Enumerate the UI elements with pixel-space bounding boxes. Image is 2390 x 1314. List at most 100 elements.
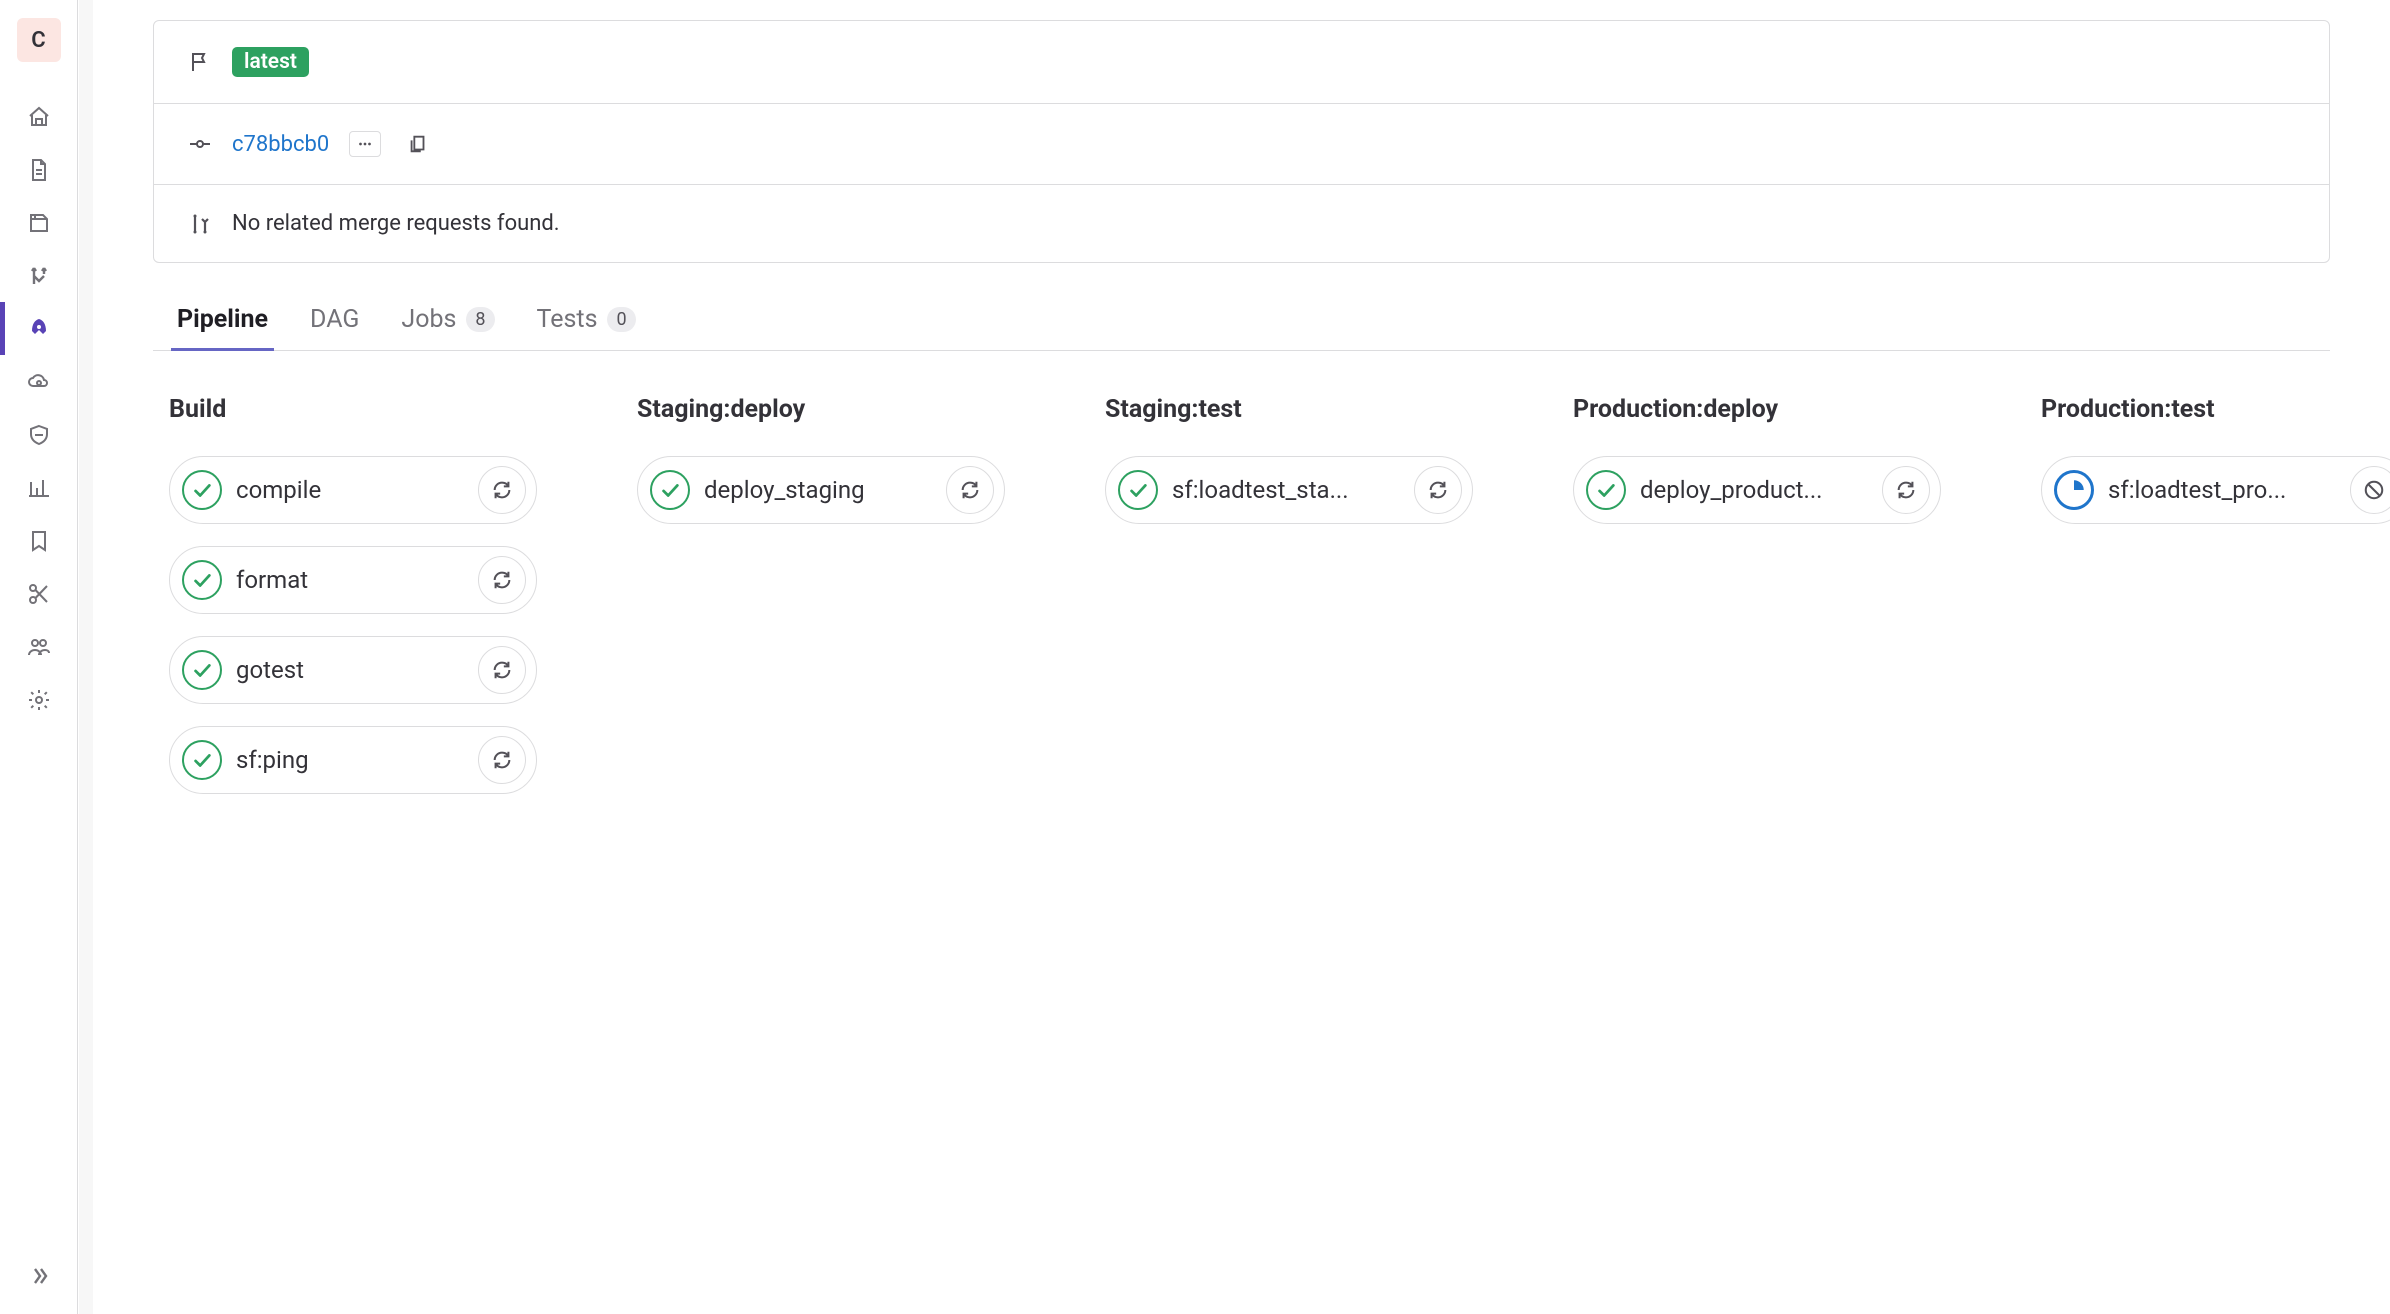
chart-icon: [27, 476, 51, 500]
status-passed-icon: [182, 740, 222, 780]
issues-icon: [27, 211, 51, 235]
job-loadtest-staging[interactable]: sf:loadtest_sta...: [1105, 456, 1473, 524]
copy-sha-button[interactable]: [401, 130, 435, 158]
job-sfping[interactable]: sf:ping: [169, 726, 537, 794]
sidebar-item-repository[interactable]: [0, 143, 78, 196]
retry-icon: [959, 479, 981, 501]
sidebar-item-members[interactable]: [0, 620, 78, 673]
pipeline-flags-row: latest: [154, 21, 2329, 103]
merge-request-row: No related merge requests found.: [154, 184, 2329, 262]
sidebar-item-settings[interactable]: [0, 673, 78, 726]
stage-production-deploy: Production:deploy deploy_product...: [1573, 395, 1941, 816]
retry-button[interactable]: [946, 466, 994, 514]
sidebar-item-ci-cd[interactable]: [0, 302, 78, 355]
tab-pipeline[interactable]: Pipeline: [171, 291, 274, 351]
project-avatar[interactable]: C: [17, 18, 61, 62]
retry-icon: [491, 479, 513, 501]
pipeline-info-card: latest c78bbcb0 No related merge request…: [153, 20, 2330, 263]
cancel-button[interactable]: [2350, 466, 2390, 514]
retry-button[interactable]: [478, 736, 526, 784]
job-compile[interactable]: compile: [169, 456, 537, 524]
job-name: sf:loadtest_pro...: [2108, 476, 2336, 504]
status-passed-icon: [182, 560, 222, 600]
tab-dag[interactable]: DAG: [304, 291, 365, 351]
sidebar-item-analytics[interactable]: [0, 461, 78, 514]
sidebar-item-issues[interactable]: [0, 196, 78, 249]
dots-icon: [356, 135, 374, 153]
stage-build: Build compile format gotest sf:ping: [169, 395, 537, 816]
snippets-icon: [27, 582, 51, 606]
main-content: latest c78bbcb0 No related merge request…: [93, 0, 2390, 880]
repository-icon: [27, 158, 51, 182]
commit-row: c78bbcb0: [154, 103, 2329, 184]
job-name: format: [236, 566, 464, 594]
merge-requests-icon: [27, 264, 51, 288]
sidebar-item-wiki[interactable]: [0, 514, 78, 567]
status-running-icon: [2054, 470, 2094, 510]
merge-request-icon: [188, 212, 212, 236]
job-name: deploy_product...: [1640, 476, 1868, 504]
copy-icon: [407, 133, 429, 155]
shield-icon: [27, 423, 51, 447]
retry-icon: [1895, 479, 1917, 501]
no-mr-text: No related merge requests found.: [232, 211, 560, 236]
retry-button[interactable]: [1882, 466, 1930, 514]
retry-button[interactable]: [478, 646, 526, 694]
job-deploy-staging[interactable]: deploy_staging: [637, 456, 1005, 524]
cancel-icon: [2363, 479, 2385, 501]
expand-icon: [27, 1264, 51, 1288]
stage-title: Build: [169, 395, 537, 424]
commit-sha-link[interactable]: c78bbcb0: [232, 132, 329, 157]
status-passed-icon: [182, 470, 222, 510]
stage-title: Staging:test: [1105, 395, 1473, 424]
retry-button[interactable]: [1414, 466, 1462, 514]
tab-label: Jobs: [401, 305, 456, 334]
tab-label: Pipeline: [177, 305, 268, 334]
status-passed-icon: [650, 470, 690, 510]
stage-title: Production:deploy: [1573, 395, 1941, 424]
sidebar: C: [0, 0, 78, 1314]
job-loadtest-production[interactable]: sf:loadtest_pro...: [2041, 456, 2390, 524]
job-name: gotest: [236, 656, 464, 684]
count-badge: 0: [607, 307, 635, 332]
latest-badge: latest: [232, 47, 309, 77]
tab-label: Tests: [537, 305, 598, 334]
stage-production-test: Production:test sf:loadtest_pro...: [2041, 395, 2390, 816]
job-name: sf:loadtest_sta...: [1172, 476, 1400, 504]
job-gotest[interactable]: gotest: [169, 636, 537, 704]
retry-button[interactable]: [478, 556, 526, 604]
sidebar-expand-button[interactable]: [0, 1252, 78, 1300]
count-badge: 8: [466, 307, 494, 332]
rocket-icon: [27, 317, 51, 341]
sidebar-item-deployments[interactable]: [0, 355, 78, 408]
book-icon: [27, 529, 51, 553]
sidebar-item-security[interactable]: [0, 408, 78, 461]
members-icon: [27, 635, 51, 659]
sidebar-item-merge-requests[interactable]: [0, 249, 78, 302]
cloud-gear-icon: [27, 370, 51, 394]
job-deploy-production[interactable]: deploy_product...: [1573, 456, 1941, 524]
commit-more-button[interactable]: [349, 131, 381, 157]
sidebar-item-snippets[interactable]: [0, 567, 78, 620]
retry-button[interactable]: [478, 466, 526, 514]
retry-icon: [491, 749, 513, 771]
job-name: compile: [236, 476, 464, 504]
status-passed-icon: [1118, 470, 1158, 510]
flag-icon: [188, 50, 212, 74]
job-name: sf:ping: [236, 746, 464, 774]
retry-icon: [491, 659, 513, 681]
retry-icon: [1427, 479, 1449, 501]
retry-icon: [491, 569, 513, 591]
status-passed-icon: [182, 650, 222, 690]
job-format[interactable]: format: [169, 546, 537, 614]
home-icon: [27, 105, 51, 129]
tab-jobs[interactable]: Jobs 8: [395, 291, 500, 351]
scrollbar-track[interactable]: [79, 0, 93, 1314]
pipeline-tabs: Pipeline DAG Jobs 8 Tests 0: [153, 291, 2330, 351]
status-passed-icon: [1586, 470, 1626, 510]
tab-tests[interactable]: Tests 0: [531, 291, 642, 351]
job-name: deploy_staging: [704, 476, 932, 504]
sidebar-item-overview[interactable]: [0, 90, 78, 143]
gear-icon: [27, 688, 51, 712]
stage-staging-test: Staging:test sf:loadtest_sta...: [1105, 395, 1473, 816]
